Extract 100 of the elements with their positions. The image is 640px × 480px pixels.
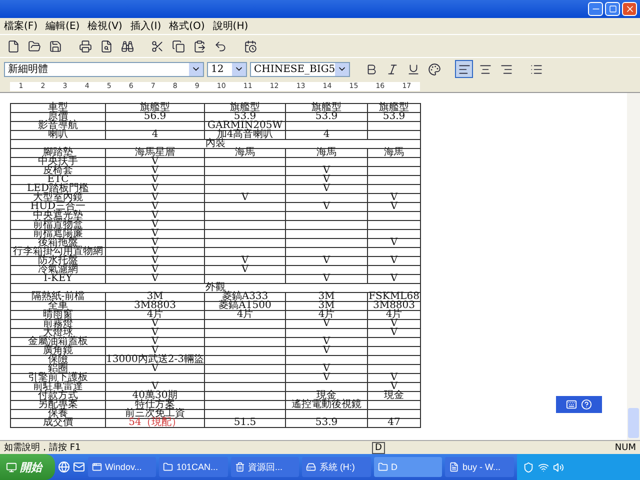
table-cell: 4片 (286, 310, 368, 320)
row-label-cell: 冷氣濾網 (10, 266, 106, 274)
menu-item[interactable]: 編輯(E) (46, 19, 80, 33)
table-cell: V (368, 328, 420, 338)
table-cell: V (368, 256, 420, 266)
menu-item[interactable]: 格式(O) (169, 19, 205, 33)
row-label-cell: 皮椅套 (10, 166, 106, 176)
table-cell: V (286, 364, 368, 374)
menu-item[interactable]: 檔案(F) (4, 19, 38, 33)
table-cell: V (368, 238, 420, 248)
menu-item[interactable]: 檢視(V) (88, 19, 122, 33)
table-cell: V (286, 184, 368, 194)
row-label-cell: I-KEY (10, 274, 106, 284)
table-cell: 旗艦型 (106, 104, 204, 112)
network-icon[interactable] (538, 462, 549, 472)
help-icon[interactable] (581, 399, 592, 410)
taskbar-button[interactable]: 系統 (H:) (302, 457, 371, 477)
table-cell: V (106, 158, 204, 166)
folder-icon (163, 462, 174, 472)
row-label-cell: ETC (10, 176, 106, 184)
table-cell: V (286, 202, 368, 212)
table-cell: V (106, 212, 204, 220)
menu-item[interactable]: 說明(H) (212, 19, 248, 33)
row-label-cell: 另配專案 (10, 400, 106, 410)
app-icon (92, 462, 102, 472)
script-dropdown[interactable]: CHINESE_BIG5 (250, 62, 350, 76)
table-cell: 54（現配） (106, 418, 204, 428)
row-label-cell: 前霧燈 (10, 320, 106, 328)
table-cell: V (106, 274, 204, 284)
taskbar-button[interactable]: 101CAN... (159, 457, 228, 477)
recycle-icon (234, 462, 245, 472)
table-cell: 53.9 (204, 112, 286, 122)
menu-item[interactable]: 插入(I) (130, 19, 162, 33)
row-label-cell: 前檔遮陽簾 (10, 230, 106, 238)
table-cell: 3M (106, 292, 204, 302)
table-cell: V (106, 320, 204, 328)
table-cell: 3M8803 (106, 302, 204, 310)
row-label-cell: 中央遮光墊 (10, 212, 106, 220)
table-cell: 13000內武送2-3輛盜 (106, 356, 204, 364)
table-cell: 3M8803 (368, 302, 420, 310)
row-label-cell: 廣角鏡 (10, 346, 106, 356)
table-cell: V (368, 274, 420, 284)
monitor-icon (6, 462, 17, 472)
table-cell: 51.5 (204, 418, 286, 428)
font-size-dropdown[interactable]: 12 (207, 62, 247, 76)
row-label-cell: 大型室內鏡 (10, 194, 106, 202)
vertical-scrollbar[interactable] (627, 93, 640, 440)
font-dropdown[interactable]: 新細明體 (4, 62, 204, 76)
section-cell: 內裝 (10, 140, 420, 148)
taskbar-button[interactable]: buy - W... (445, 457, 514, 477)
table-cell: V (368, 382, 420, 392)
table-cell: GARMIN205W (204, 122, 286, 130)
table-cell: 旗艦型 (368, 104, 420, 112)
table-cell: V (106, 220, 204, 230)
maximize-icon (608, 5, 616, 13)
table-cell: 4 (286, 130, 368, 140)
language-bar[interactable] (556, 396, 602, 413)
volume-icon[interactable] (552, 462, 564, 472)
shield-icon[interactable] (522, 462, 534, 472)
doc-icon (449, 462, 460, 472)
row-label-cell: 成交價 (10, 418, 106, 428)
row-label-cell: 鋁圈 (10, 364, 106, 374)
table-cell: V (286, 346, 368, 356)
close-button[interactable] (622, 2, 637, 16)
row-label-cell: 後箱拖盤 (10, 238, 106, 248)
section-cell: 外觀 (10, 284, 420, 292)
table-cell: 53.9 (286, 418, 368, 428)
table-cell: 旗艦型 (286, 104, 368, 112)
folder-icon (378, 462, 388, 472)
table-cell: 菱鎬A333 (204, 292, 286, 302)
table-cell: V (106, 328, 204, 338)
table-cell: V (286, 166, 368, 176)
table-cell: 47 (368, 418, 420, 428)
mail-icon[interactable] (72, 461, 85, 473)
minimize-button[interactable] (588, 2, 603, 16)
maximize-button[interactable] (605, 2, 620, 16)
keyboard-icon[interactable] (566, 399, 577, 410)
row-label-cell: 中央扶手 (10, 158, 106, 166)
table-cell: V (106, 338, 204, 346)
table-cell: V (368, 320, 420, 328)
row-label-cell: HUD三合一 (10, 202, 106, 212)
table-cell: V (106, 176, 204, 184)
align-left-icon[interactable] (455, 60, 473, 78)
table-cell: V (106, 230, 204, 238)
table-cell: 前三次免工資 (106, 410, 204, 418)
table-cell: V (106, 346, 204, 356)
table-cell: 特仕方案 (106, 400, 204, 410)
row-label-cell: 原價 (10, 112, 106, 122)
taskbar-button[interactable]: 資源回... (230, 457, 300, 477)
status-mode: D (372, 442, 385, 454)
table-cell: 53.9 (286, 112, 368, 122)
table-cell: V (106, 266, 204, 274)
row-label-cell: 車型 (10, 104, 106, 112)
table-cell: 3M (286, 302, 368, 310)
table-cell: 現金 (286, 392, 368, 400)
close-icon (624, 4, 634, 14)
taskbar-button[interactable]: Windov... (88, 457, 156, 477)
table-cell: 旗艦型 (204, 104, 286, 112)
table-cell: V (106, 166, 204, 176)
browser-icon[interactable] (58, 461, 70, 473)
